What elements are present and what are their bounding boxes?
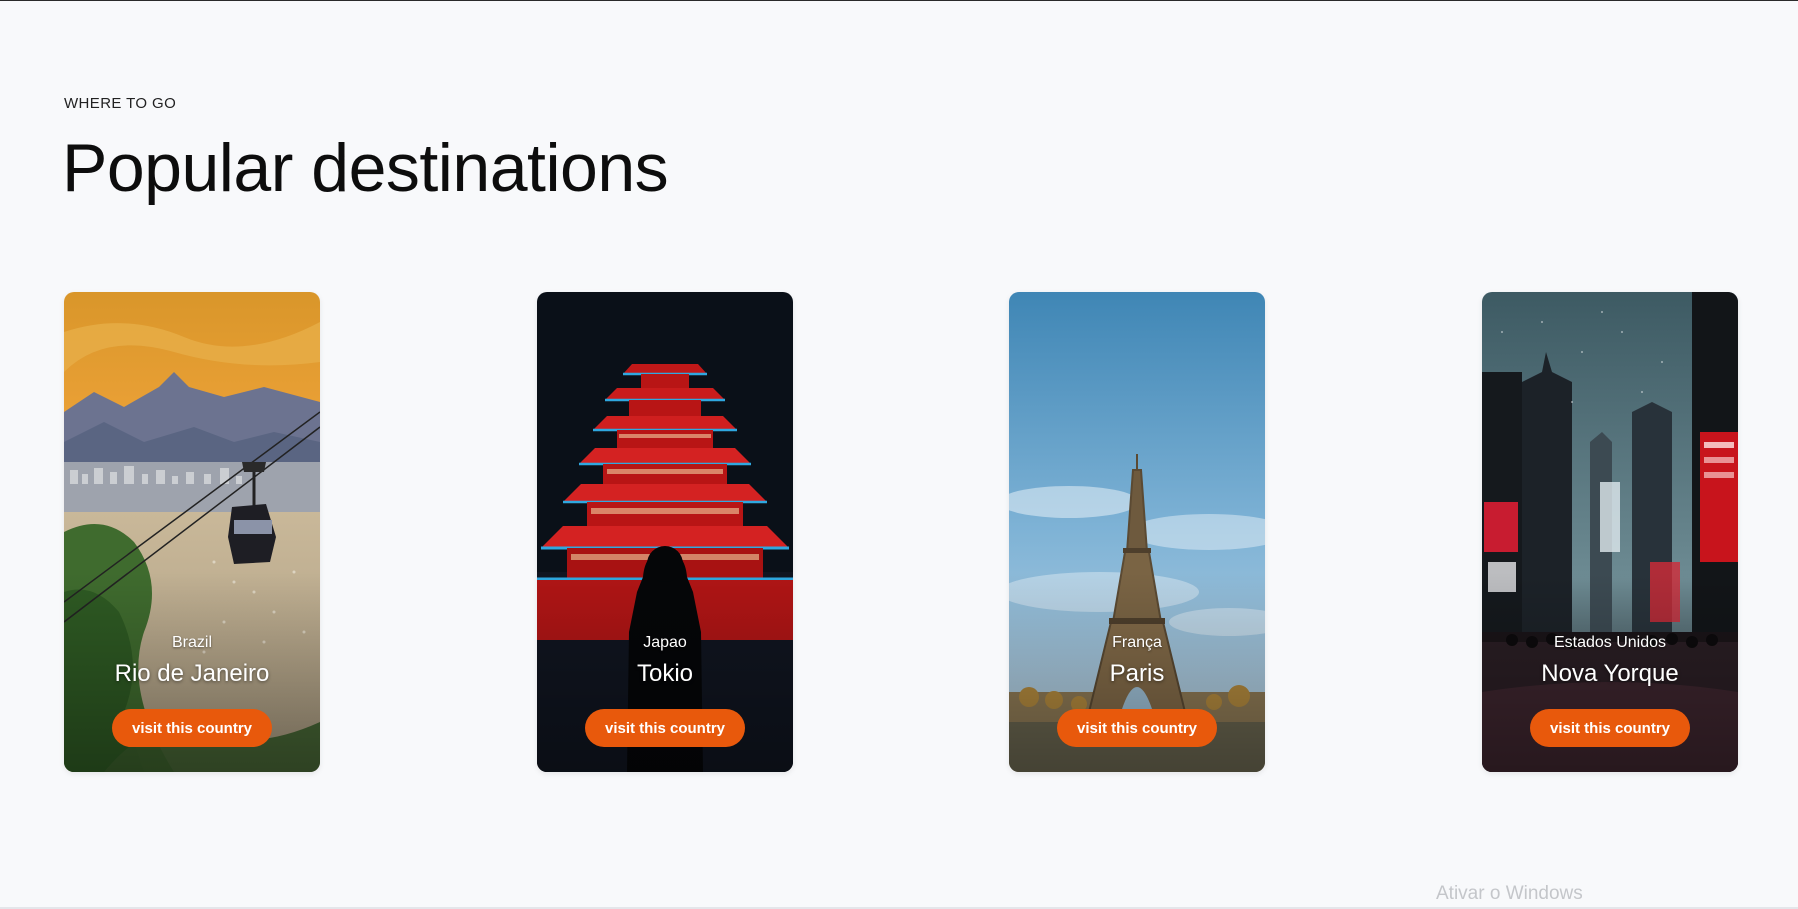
destination-card-tokio[interactable]: Japao Tokio visit this country: [537, 292, 793, 772]
destination-card-paris[interactable]: França Paris visit this country: [1009, 292, 1265, 772]
card-city: Nova Yorque: [1541, 660, 1679, 687]
visit-country-button[interactable]: visit this country: [1057, 709, 1217, 747]
top-border: [0, 0, 1798, 1]
windows-activation-watermark: Ativar o Windows: [1436, 883, 1583, 904]
visit-country-button[interactable]: visit this country: [1530, 709, 1690, 747]
destination-card-rio[interactable]: Brazil Rio de Janeiro visit this country: [64, 292, 320, 772]
card-country: Brazil: [171, 634, 212, 651]
visit-country-button[interactable]: visit this country: [585, 709, 745, 747]
card-city: Paris: [1109, 660, 1165, 687]
card-country: Estados Unidos: [1553, 634, 1667, 651]
card-country: Japao: [643, 634, 687, 651]
visit-country-button[interactable]: visit this country: [112, 709, 272, 747]
card-country: França: [1112, 634, 1162, 651]
page-title: Popular destinations: [62, 130, 669, 206]
card-city: Rio de Janeiro: [114, 660, 270, 687]
card-city: Tokio: [636, 660, 694, 687]
section-eyebrow: WHERE TO GO: [64, 95, 177, 112]
destination-card-nova-yorque[interactable]: Estados Unidos Nova Yorque visit this co…: [1482, 292, 1738, 772]
